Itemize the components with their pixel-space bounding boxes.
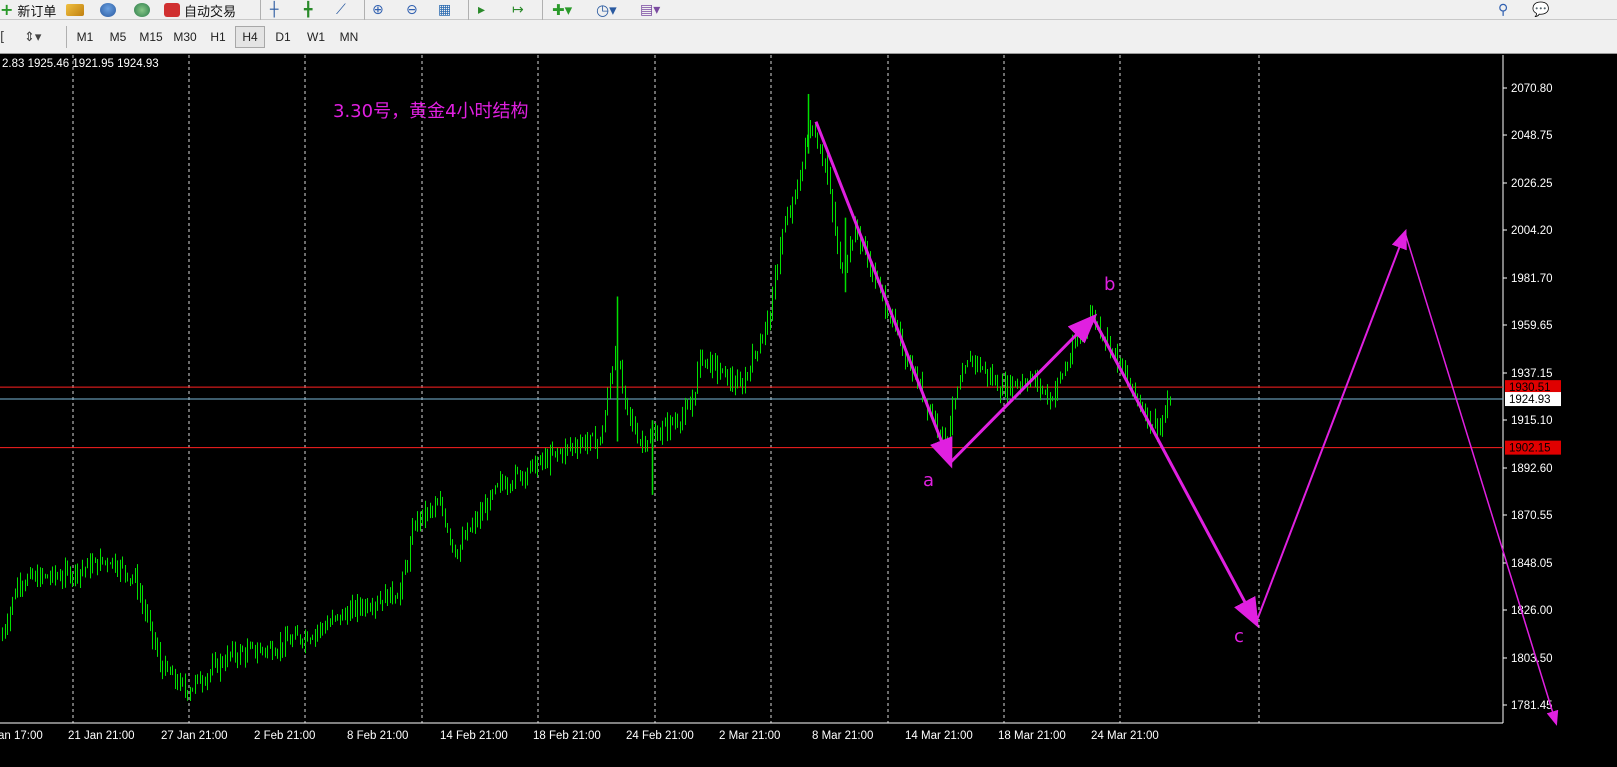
time-axis-label: 24 Feb 21:00 — [626, 730, 694, 742]
wave-arrow — [814, 121, 953, 469]
notifications-button[interactable]: 💬 — [1532, 0, 1549, 20]
price-level-label: 1915.10 — [1511, 415, 1553, 427]
globe-icon — [134, 3, 150, 17]
search-icon: ⚲ — [1498, 2, 1509, 18]
zoom-in-icon: ⊕ — [372, 2, 384, 18]
time-axis-label: 8 Mar 21:00 — [812, 730, 873, 742]
wave-label-b: b — [1104, 274, 1116, 295]
grid-icon: ▦ — [438, 2, 452, 18]
time-axis-label: 18 Feb 21:00 — [533, 730, 601, 742]
main-toolbar: + 新订单 自动交易 ┼ ╋ ⟋ ⊕ ⊖ ▦ ▸ ↦ ✚▾ ◷▾ ▤▾ ⚲ 💬 — [0, 0, 1617, 20]
chart-annotation-title: 3.30号，黄金4小时结构 — [333, 101, 529, 122]
tools-icon: ⇕▾ — [24, 29, 42, 45]
book-icon — [66, 4, 84, 16]
time-axis-label: 14 Feb 21:00 — [440, 730, 508, 742]
price-level-label: 1870.55 — [1511, 510, 1553, 522]
properties-button[interactable]: [ — [0, 27, 5, 47]
clock-icon: ◷▾ — [596, 1, 617, 19]
timeframe-mn-button[interactable]: MN — [334, 26, 364, 48]
drawing-tools-button[interactable]: ⇕▾ — [24, 27, 41, 47]
timeframe-h4-button[interactable]: H4 — [235, 26, 265, 48]
timeframe-h1-button[interactable]: H1 — [203, 26, 233, 48]
price-level-label: 1803.50 — [1511, 653, 1553, 665]
line-chart-icon: ⟋ — [336, 2, 346, 18]
time-axis-label: 24 Mar 21:00 — [1091, 730, 1159, 742]
timeframe-m15-button[interactable]: M15 — [136, 26, 166, 48]
price-level-label: 1848.05 — [1511, 558, 1553, 570]
timeframe-d1-button[interactable]: D1 — [268, 26, 298, 48]
price-level-label: 1826.00 — [1511, 605, 1553, 617]
price-tag-current: 1924.93 — [1509, 394, 1551, 406]
timeframe-w1-button[interactable]: W1 — [301, 26, 331, 48]
wave-label-c: c — [1234, 626, 1244, 647]
wave-arrow — [1091, 317, 1259, 629]
candlestick-icon: ╋ — [304, 2, 313, 18]
toolbar-separator — [468, 0, 469, 20]
price-level-label: 2070.80 — [1511, 83, 1553, 95]
chat-icon: 💬 — [1532, 2, 1550, 18]
price-level-label: 1959.65 — [1511, 320, 1553, 332]
time-axis-label: 18 Mar 21:00 — [998, 730, 1066, 742]
timeframe-m5-button[interactable]: M5 — [103, 26, 133, 48]
chart-canvas[interactable]: 2070.80 2048.75 2026.25 2004.20 1981.70 1959.… — [0, 55, 1617, 767]
bar-chart-button[interactable]: ┼ — [270, 0, 278, 20]
auto-trading-label: 自动交易 — [184, 4, 237, 20]
bar-chart-icon: ┼ — [270, 2, 279, 18]
templates-button[interactable]: ▤▾ — [640, 0, 660, 20]
plus-icon: + — [0, 0, 14, 19]
wave-arrow — [948, 313, 1098, 464]
toolbar-separator — [364, 0, 365, 20]
indicators-icon: ✚▾ — [552, 1, 573, 19]
price-level-label: 1781.45 — [1511, 700, 1553, 712]
zoom-out-icon: ⊖ — [406, 2, 418, 18]
toolbar-separator — [260, 0, 261, 20]
time-axis-label: 2 Mar 21:00 — [719, 730, 780, 742]
wave-arrow — [1255, 228, 1407, 624]
auto-scroll-button[interactable]: ↦ — [512, 0, 524, 20]
auto-trading-icon — [164, 3, 180, 17]
timeframe-toolbar: [ ⇕▾ M1 M5 M15 M30 H1 H4 D1 W1 MN — [0, 20, 1617, 54]
time-axis-label: 14 Mar 21:00 — [905, 730, 973, 742]
wave-label-a: a — [923, 470, 935, 491]
navigator-button[interactable] — [134, 0, 150, 20]
time-axis-label: 21 Jan 21:00 — [68, 730, 135, 742]
new-order-button[interactable]: + 新订单 — [0, 0, 56, 20]
periods-button[interactable]: ◷▾ — [596, 0, 617, 20]
toolbar-separator — [542, 0, 543, 20]
price-level-label: 1981.70 — [1511, 273, 1553, 285]
tile-windows-button[interactable]: ▦ — [438, 0, 451, 20]
metaeditor-button[interactable] — [66, 0, 84, 20]
line-chart-button[interactable]: ⟋ — [336, 0, 346, 20]
new-order-label: 新订单 — [17, 4, 57, 20]
time-axis-label: 8 Feb 21:00 — [347, 730, 408, 742]
auto-scroll-icon: ↦ — [512, 2, 524, 18]
price-tag-lower: 1902.15 — [1509, 443, 1551, 455]
price-level-label: 1937.15 — [1511, 368, 1553, 380]
candlestick-button[interactable]: ╋ — [304, 0, 312, 20]
time-axis-label: an 17:00 — [0, 730, 43, 742]
price-level-label: 2004.20 — [1511, 225, 1553, 237]
indicators-button[interactable]: ✚▾ — [552, 0, 572, 20]
template-icon: ▤▾ — [640, 2, 661, 18]
timeframe-m1-button[interactable]: M1 — [70, 26, 100, 48]
zoom-out-button[interactable]: ⊖ — [406, 0, 418, 20]
price-level-label: 1892.60 — [1511, 463, 1553, 475]
price-level-label: 2048.75 — [1511, 130, 1553, 142]
price-chart[interactable]: 2070.80 2048.75 2026.25 2004.20 1981.70 1959.… — [0, 55, 1617, 767]
time-axis-label: 27 Jan 21:00 — [161, 730, 228, 742]
auto-trading-button[interactable]: 自动交易 — [164, 0, 236, 20]
timeframe-m30-button[interactable]: M30 — [170, 26, 200, 48]
people-icon — [100, 3, 116, 17]
chart-shift-button[interactable]: ▸ — [478, 0, 485, 20]
search-button[interactable]: ⚲ — [1498, 0, 1508, 20]
price-level-label: 2026.25 — [1511, 178, 1553, 190]
time-axis-label: 2 Feb 21:00 — [254, 730, 315, 742]
toolbar-separator — [66, 26, 67, 48]
wave-arrow — [1404, 232, 1559, 726]
market-watch-button[interactable] — [100, 0, 116, 20]
frame-icon: [ — [0, 29, 6, 45]
ohlc-readout: 2.83 1925.46 1921.95 1924.93 — [2, 58, 159, 70]
chart-shift-icon: ▸ — [478, 2, 486, 18]
zoom-in-button[interactable]: ⊕ — [372, 0, 384, 20]
